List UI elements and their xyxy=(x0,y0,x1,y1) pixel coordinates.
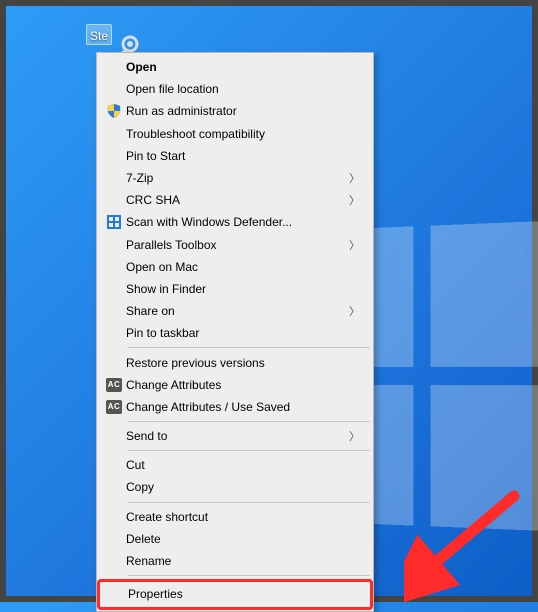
menu-separator xyxy=(128,347,370,348)
menu-item-label: 7-Zip xyxy=(126,171,350,185)
menu-item-label: Restore previous versions xyxy=(126,356,350,370)
menu-item-label: Rename xyxy=(126,554,350,568)
menu-item-label: Pin to Start xyxy=(126,149,350,163)
menu-item-label: Cut xyxy=(126,458,350,472)
menu-item-share-on[interactable]: Share on 〉 xyxy=(98,300,372,322)
menu-item-restore-versions[interactable]: Restore previous versions xyxy=(98,351,372,373)
menu-separator xyxy=(128,450,370,451)
attribute-changer-icon: AC xyxy=(106,378,122,392)
annotation-highlight: Properties xyxy=(97,579,373,610)
menu-item-pin-to-start[interactable]: Pin to Start xyxy=(98,145,372,167)
menu-item-run-as-admin[interactable]: Run as administrator xyxy=(98,100,372,122)
menu-item-label: Copy xyxy=(126,480,350,494)
chevron-right-icon: 〉 xyxy=(349,192,360,208)
menu-separator xyxy=(128,502,370,503)
menu-item-cut[interactable]: Cut xyxy=(98,454,372,476)
annotation-arrow xyxy=(404,486,534,606)
menu-item-copy[interactable]: Copy xyxy=(98,476,372,498)
menu-item-label: Troubleshoot compatibility xyxy=(126,127,350,141)
attribute-changer-icon: AC xyxy=(106,400,122,414)
menu-item-open-on-mac[interactable]: Open on Mac xyxy=(98,256,372,278)
menu-item-label: Run as administrator xyxy=(126,104,350,118)
menu-item-label: Open on Mac xyxy=(126,260,350,274)
menu-item-pin-to-taskbar[interactable]: Pin to taskbar xyxy=(98,322,372,344)
menu-item-delete[interactable]: Delete xyxy=(98,528,372,550)
menu-item-label: Properties xyxy=(128,587,348,601)
menu-item-label: Scan with Windows Defender... xyxy=(126,215,350,229)
menu-item-label: Send to xyxy=(126,429,350,443)
menu-item-label: Change Attributes / Use Saved xyxy=(126,400,350,414)
defender-icon xyxy=(107,215,121,229)
desktop-shortcut-steam[interactable]: Ste xyxy=(66,24,132,45)
menu-item-troubleshoot[interactable]: Troubleshoot compatibility xyxy=(98,123,372,145)
menu-item-7zip[interactable]: 7-Zip 〉 xyxy=(98,167,372,189)
menu-item-create-shortcut[interactable]: Create shortcut xyxy=(98,506,372,528)
menu-item-label: CRC SHA xyxy=(126,193,350,207)
menu-item-label: Show in Finder xyxy=(126,282,350,296)
menu-item-label: Change Attributes xyxy=(126,378,350,392)
menu-separator xyxy=(128,421,370,422)
menu-item-label: Pin to taskbar xyxy=(126,326,350,340)
chevron-right-icon: 〉 xyxy=(349,428,360,444)
menu-item-label: Open file location xyxy=(126,82,350,96)
menu-item-label: Create shortcut xyxy=(126,510,350,524)
chevron-right-icon: 〉 xyxy=(349,170,360,186)
menu-item-parallels-toolbox[interactable]: Parallels Toolbox 〉 xyxy=(98,234,372,256)
context-menu: Open Open file location Run as administr… xyxy=(96,52,374,612)
menu-item-label: Delete xyxy=(126,532,350,546)
uac-shield-icon xyxy=(107,104,121,118)
chevron-right-icon: 〉 xyxy=(349,237,360,253)
menu-item-change-attributes[interactable]: AC Change Attributes xyxy=(98,374,372,396)
menu-item-open[interactable]: Open xyxy=(98,56,372,78)
chevron-right-icon: 〉 xyxy=(349,303,360,319)
menu-item-label: Share on xyxy=(126,304,350,318)
menu-item-change-attributes-saved[interactable]: AC Change Attributes / Use Saved xyxy=(98,396,372,418)
menu-item-rename[interactable]: Rename xyxy=(98,550,372,572)
menu-item-send-to[interactable]: Send to 〉 xyxy=(98,425,372,447)
menu-item-scan-defender[interactable]: Scan with Windows Defender... xyxy=(98,211,372,233)
menu-separator xyxy=(128,575,370,576)
menu-item-open-file-location[interactable]: Open file location xyxy=(98,78,372,100)
menu-item-label: Parallels Toolbox xyxy=(126,238,350,252)
menu-item-label: Open xyxy=(126,60,350,74)
menu-item-show-in-finder[interactable]: Show in Finder xyxy=(98,278,372,300)
menu-item-crc-sha[interactable]: CRC SHA 〉 xyxy=(98,189,372,211)
